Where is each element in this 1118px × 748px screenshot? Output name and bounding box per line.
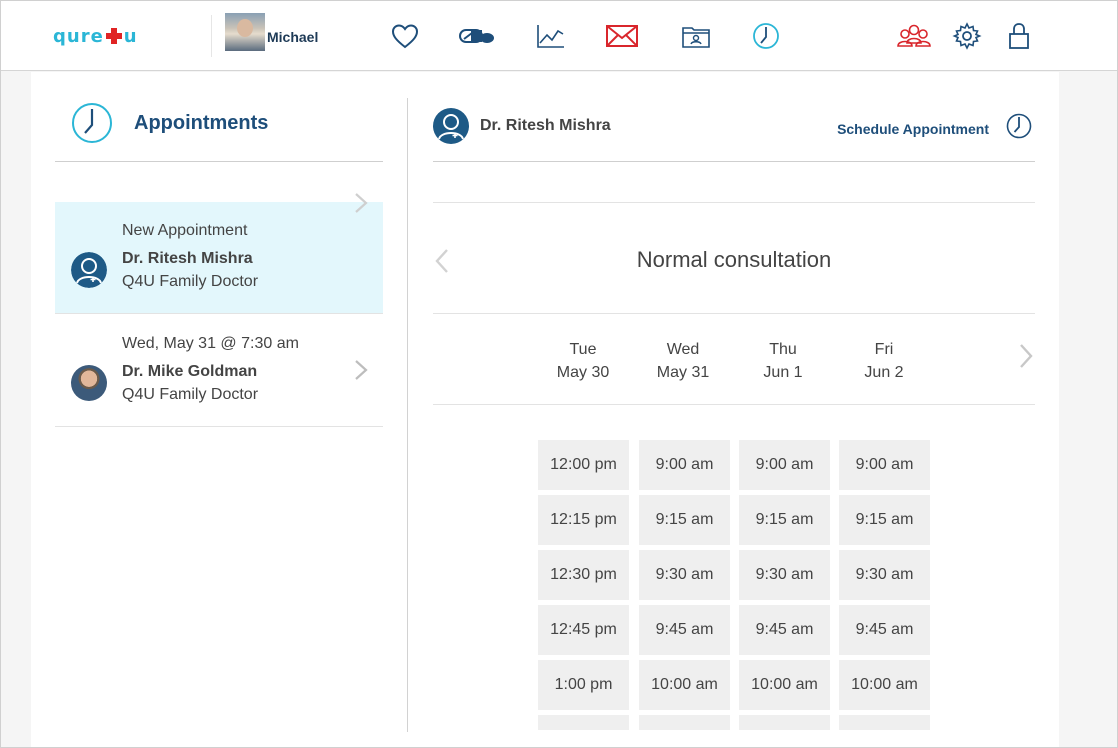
- day-of-week: Wed: [666, 341, 700, 358]
- doctor-header: Dr. Ritesh Mishra Schedule Appointment: [433, 72, 1035, 162]
- chart-icon[interactable]: [536, 21, 566, 51]
- time-slot-partial[interactable]: [538, 715, 629, 730]
- chevron-right-icon: [355, 193, 368, 213]
- time-slot-partial[interactable]: [839, 715, 930, 730]
- people-icon[interactable]: [896, 21, 932, 51]
- appointment-label: New Appointment: [122, 222, 248, 239]
- appointment-item-scheduled[interactable]: Wed, May 31 @ 7:30 am Dr. Mike Goldman Q…: [55, 315, 383, 427]
- time-slot[interactable]: 9:00 am: [639, 440, 730, 490]
- appointments-panel: Appointments New Appointment Dr. Ritesh …: [55, 72, 383, 747]
- time-slot[interactable]: 9:30 am: [839, 550, 930, 600]
- day-column-header[interactable]: Fri Jun 2: [839, 338, 929, 384]
- time-slot[interactable]: 9:15 am: [839, 495, 930, 545]
- lock-icon[interactable]: [1004, 21, 1034, 51]
- appointment-clinic: Q4U Family Doctor: [122, 273, 259, 290]
- doctor-avatar-icon: [71, 252, 107, 288]
- heart-icon[interactable]: [390, 21, 420, 51]
- schedule-appointment-link[interactable]: Schedule Appointment: [837, 121, 989, 137]
- appointment-datetime: Wed, May 31 @ 7:30 am: [122, 335, 299, 352]
- clock-icon[interactable]: [751, 21, 781, 51]
- day-date: Jun 2: [864, 364, 904, 381]
- user-avatar[interactable]: [225, 13, 265, 51]
- top-bar: qure u Michael: [1, 1, 1117, 71]
- gear-icon[interactable]: [952, 21, 982, 51]
- doctor-name: Dr. Ritesh Mishra: [480, 117, 611, 134]
- chevron-right-icon[interactable]: [1017, 343, 1035, 369]
- day-date: Jun 1: [763, 364, 803, 381]
- appointment-clinic: Q4U Family Doctor: [122, 386, 259, 403]
- time-slot[interactable]: 1:00 pm: [538, 660, 629, 710]
- appointment-detail-panel: Dr. Ritesh Mishra Schedule Appointment N…: [433, 72, 1035, 747]
- time-slot[interactable]: 12:15 pm: [538, 495, 629, 545]
- time-slot[interactable]: 10:00 am: [839, 660, 930, 710]
- time-slot[interactable]: 12:30 pm: [538, 550, 629, 600]
- time-slot-partial[interactable]: [639, 715, 730, 730]
- time-slot[interactable]: 9:00 am: [839, 440, 930, 490]
- consultation-type: Normal consultation: [636, 247, 832, 272]
- day-column-header[interactable]: Wed May 31: [638, 338, 728, 384]
- time-slot[interactable]: 10:00 am: [639, 660, 730, 710]
- logo-plus-icon: [105, 28, 122, 44]
- appointments-header: Appointments: [55, 72, 383, 162]
- clock-icon: [72, 103, 112, 143]
- day-column-header[interactable]: Thu Jun 1: [738, 338, 828, 384]
- time-slot[interactable]: 12:00 pm: [538, 440, 629, 490]
- appointment-doctor: Dr. Mike Goldman: [122, 363, 258, 380]
- logo-text-left: qure: [53, 25, 104, 47]
- day-of-week: Thu: [769, 341, 797, 358]
- consultation-type-selector: Normal consultation: [433, 202, 1035, 314]
- mail-icon[interactable]: [605, 21, 639, 51]
- time-slot[interactable]: 12:45 pm: [538, 605, 629, 655]
- logo[interactable]: qure u: [53, 25, 138, 47]
- main-content: Appointments New Appointment Dr. Ritesh …: [31, 72, 1059, 747]
- time-slot[interactable]: 9:15 am: [639, 495, 730, 545]
- app-window: qure u Michael Appointments New Appointm…: [0, 0, 1118, 748]
- pills-icon[interactable]: [458, 21, 496, 51]
- time-slot[interactable]: 9:30 am: [739, 550, 830, 600]
- time-slot[interactable]: 9:45 am: [639, 605, 730, 655]
- doctor-avatar: [71, 365, 107, 401]
- day-date: May 30: [556, 364, 610, 381]
- header-divider: [211, 15, 212, 57]
- day-of-week: Fri: [874, 341, 894, 358]
- page-title: Appointments: [134, 112, 269, 134]
- appointment-doctor: Dr. Ritesh Mishra: [122, 250, 253, 267]
- time-slot[interactable]: 9:45 am: [739, 605, 830, 655]
- chevron-right-icon: [355, 360, 368, 380]
- time-slot[interactable]: 9:45 am: [839, 605, 930, 655]
- logo-text-right: u: [123, 25, 138, 47]
- time-slot[interactable]: 9:30 am: [639, 550, 730, 600]
- time-slot-partial[interactable]: [739, 715, 830, 730]
- day-date: May 31: [656, 364, 710, 381]
- day-column-header[interactable]: Tue May 30: [538, 338, 628, 384]
- folder-icon[interactable]: [681, 21, 711, 51]
- day-of-week: Tue: [569, 341, 597, 358]
- panel-divider: [407, 98, 408, 732]
- time-slot[interactable]: 9:00 am: [739, 440, 830, 490]
- username[interactable]: Michael: [267, 29, 318, 45]
- appointment-item-new[interactable]: New Appointment Dr. Ritesh Mishra Q4U Fa…: [55, 193, 383, 314]
- clock-icon[interactable]: [1006, 113, 1032, 139]
- day-selector: Tue May 30 Wed May 31 Thu Jun 1 Fri Jun 2: [433, 314, 1035, 405]
- doctor-avatar-icon: [433, 108, 469, 144]
- time-slot[interactable]: 10:00 am: [739, 660, 830, 710]
- time-slot[interactable]: 9:15 am: [739, 495, 830, 545]
